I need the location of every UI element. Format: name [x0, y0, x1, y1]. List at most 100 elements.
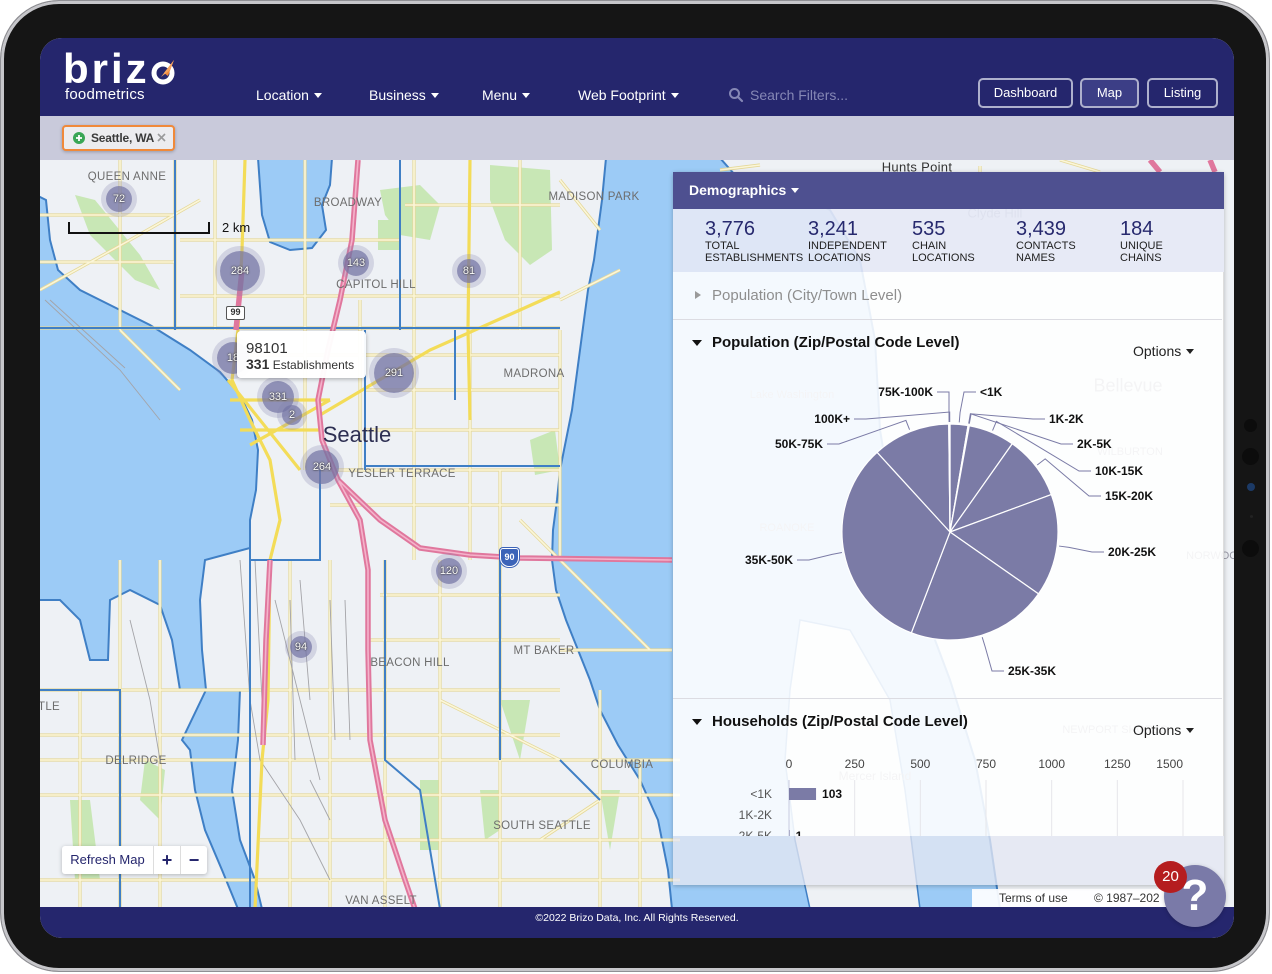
pie-label: 25K-35K [1008, 664, 1056, 678]
plus-circle-icon [73, 132, 85, 144]
nav-menu[interactable]: Menu [482, 86, 531, 104]
map-label-queen-anne: QUEEN ANNE [87, 171, 167, 183]
sensor-icon [1242, 540, 1259, 557]
demographics-panel: Demographics 3,776 TOTAL ESTABLISHMENTS 3… [673, 172, 1224, 885]
interstate-90-shield-icon: 90 [500, 548, 519, 567]
section-title: Population (Zip/Postal Code Level) [712, 334, 960, 351]
active-filters-bar [40, 116, 1234, 160]
filter-chip-location[interactable]: Seattle, WA [62, 125, 175, 151]
panel-footer [673, 836, 1224, 885]
stat-value: 3,241 [808, 218, 859, 240]
dashboard-view-button[interactable]: Dashboard [978, 78, 1073, 108]
tooltip-count-suffix: Establishments [272, 358, 355, 372]
sensor-icon [1250, 515, 1253, 518]
tooltip-establishment-count: 331 Establishments [246, 357, 354, 373]
pie-label: 15K-20K [1105, 489, 1153, 503]
refresh-map-button[interactable]: Refresh Map [62, 846, 153, 874]
pie-label: 10K-15K [1095, 464, 1143, 478]
bar-tick-label: 1250 [1104, 757, 1131, 771]
pie-label: 75K-100K [878, 385, 933, 399]
pie-connector [937, 391, 950, 423]
pie-slice[interactable] [948, 423, 951, 533]
households-bar-chart: 0 250 500 750 1000 1250 1500 <1K 103 1K-2K 2K-5K 1 [739, 757, 1184, 836]
map-cluster-marker[interactable]: 291 [374, 353, 414, 393]
section-divider [673, 698, 1222, 699]
bar-tick-label: 1500 [1156, 757, 1183, 771]
households-options-dropdown[interactable]: Options [1133, 722, 1195, 738]
footer-copyright: ©2022 Brizo Data, Inc. All Rights Reserv… [535, 912, 739, 924]
map-label-south-seattle: SOUTH SEATTLE [493, 820, 591, 832]
pie-label: 1K-2K [1049, 412, 1084, 426]
map-view-button[interactable]: Map [1080, 78, 1139, 108]
nav-web-footprint[interactable]: Web Footprint [578, 86, 679, 104]
search-icon [729, 88, 744, 103]
map-controls: Refresh Map + − [62, 846, 207, 874]
bar-tick-label: 1000 [1038, 757, 1065, 771]
map-label-van-asselt: VAN ASSELT [345, 895, 417, 907]
stat-label: INDEPENDENT LOCATIONS [808, 240, 887, 264]
map-label-yesler-terrace: YESLER TERRACE [348, 468, 456, 480]
pie-label: 50K-75K [775, 437, 823, 451]
bar-category-label: <1K [750, 787, 772, 801]
section-population-city-toggle[interactable]: Population (City/Town Level) [673, 281, 1224, 311]
zoom-in-button[interactable]: + [153, 846, 180, 874]
chevron-down-icon [1186, 728, 1195, 733]
sensor-icon [1244, 419, 1257, 432]
map-label-broadway: BROADWAY [313, 197, 383, 209]
stat-value: 535 [912, 218, 946, 240]
nav-location[interactable]: Location [256, 86, 322, 104]
page-footer: ©2022 Brizo Data, Inc. All Rights Reserv… [40, 907, 1234, 938]
bar-category-label: 2K-5K [739, 829, 772, 836]
pie-label: 35K-50K [745, 553, 793, 567]
map-cluster-marker[interactable]: 143 [343, 250, 369, 276]
stat-value: 3,776 [705, 218, 756, 240]
zoom-out-button[interactable]: − [180, 846, 207, 874]
map-cluster-marker[interactable]: 2 [282, 405, 302, 425]
map-cluster-marker[interactable]: 284 [220, 251, 260, 291]
terms-of-use-link[interactable]: Terms of use [999, 889, 1068, 907]
close-icon[interactable] [157, 133, 166, 142]
pie-label: <1K [980, 385, 1003, 399]
logo-tagline: foodmetrics [65, 86, 145, 103]
chevron-down-icon [670, 93, 679, 98]
pie-connector [968, 413, 1045, 424]
bar-category-label: 1K-2K [739, 808, 772, 822]
map-cluster-marker[interactable]: 120 [436, 558, 462, 584]
demographics-dropdown[interactable]: Demographics [673, 172, 1224, 209]
bar-value-label: 1 [796, 829, 803, 836]
map-attribution: Terms of use © 1987–202 [972, 889, 1192, 907]
summary-stats: 3,776 TOTAL ESTABLISHMENTS 3,241 INDEPEND… [673, 209, 1224, 272]
chevron-down-icon [313, 93, 322, 98]
map-cluster-marker[interactable]: 264 [305, 450, 339, 484]
search-filters-input[interactable] [750, 84, 950, 106]
population-options-dropdown[interactable]: Options [1133, 343, 1195, 359]
bar-tick-label: 500 [910, 757, 930, 771]
chevron-down-icon [692, 340, 702, 346]
map-cluster-marker[interactable]: 81 [457, 259, 481, 283]
highway-99-shield-icon: 99 [226, 306, 245, 320]
bar-tick-label: 0 [786, 757, 793, 771]
pie-label: 20K-25K [1108, 545, 1156, 559]
pie-connector [958, 391, 976, 423]
stat-label: CHAIN LOCATIONS [912, 240, 975, 264]
map-label-seattle: Seattle [322, 422, 392, 447]
stat-label: CONTACTS NAMES [1016, 240, 1076, 264]
section-divider [673, 319, 1222, 320]
chevron-down-icon [1186, 349, 1195, 354]
stat-label: TOTAL ESTABLISHMENTS [705, 240, 804, 264]
scale-label: 2 km [222, 220, 251, 235]
map-cluster-marker[interactable]: 72 [106, 186, 132, 212]
nav-business[interactable]: Business [369, 86, 439, 104]
map-label-west-edge: TLE [38, 701, 60, 713]
bar [789, 788, 817, 800]
map-tooltip: 98101 331 Establishments [237, 331, 366, 378]
stat-value: 3,439 [1016, 218, 1067, 240]
map-label-delridge: DELRIDGE [105, 755, 167, 767]
chevron-down-icon [522, 93, 531, 98]
pie-connector [981, 637, 1004, 672]
chevron-down-icon [791, 188, 800, 193]
map-cluster-marker[interactable]: 94 [290, 636, 312, 658]
notification-badge: 20 [1154, 861, 1187, 893]
listing-view-button[interactable]: Listing [1147, 78, 1218, 108]
camera-icon [1247, 483, 1255, 491]
